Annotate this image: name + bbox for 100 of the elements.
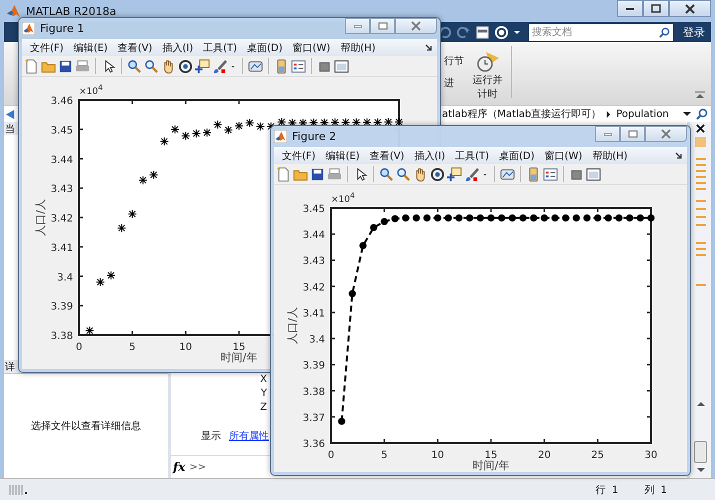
menu-item[interactable]: 桌面(D): [499, 148, 535, 162]
function-button[interactable]: fx: [171, 460, 186, 474]
dock-arrow-icon[interactable]: [675, 152, 683, 160]
maximize-button[interactable]: [620, 126, 645, 142]
dot-marker: [647, 214, 655, 222]
menu-item[interactable]: 文件(F): [30, 40, 64, 54]
caret-icon[interactable]: [513, 28, 521, 36]
asterisk-marker: [362, 118, 372, 127]
save-icon[interactable]: [310, 166, 325, 182]
legend-icon[interactable]: [291, 58, 306, 74]
data-cursor-icon[interactable]: [195, 58, 210, 74]
menu-item[interactable]: 桌面(D): [247, 40, 283, 54]
window-icon[interactable]: [334, 58, 349, 74]
run-section-button[interactable]: 行节: [444, 54, 464, 68]
asterisk-marker: [85, 326, 94, 336]
scroll-up-icon[interactable]: [696, 401, 706, 407]
y-tick-label: 3.45: [50, 125, 73, 136]
run-and-time-button[interactable]: 运行并计时: [472, 50, 503, 101]
matlab-logo-icon: [22, 22, 35, 35]
all-properties-link[interactable]: 所有属性: [229, 429, 269, 443]
menu-item[interactable]: 查看(V): [370, 148, 404, 162]
asterisk-marker: [160, 136, 169, 146]
minimize-icon: [354, 24, 362, 28]
brush-icon[interactable]: [464, 166, 479, 182]
matlab-logo-icon: [274, 130, 287, 143]
print-icon[interactable]: [75, 58, 90, 74]
zoom-out-icon[interactable]: [396, 166, 411, 182]
dropdown-icon[interactable]: [683, 110, 691, 118]
property-name: Z: [260, 401, 267, 415]
menu-item[interactable]: 工具(T): [455, 148, 490, 162]
asterisk-marker: [245, 118, 254, 128]
dot-marker: [423, 214, 431, 222]
chevron-icon: [606, 110, 612, 118]
y-tick-label: 3.37: [302, 412, 325, 424]
login-button[interactable]: 登录: [677, 24, 711, 40]
menu-item[interactable]: 编辑(E): [74, 40, 108, 54]
asterisk-marker: [256, 122, 265, 131]
collapse-icon[interactable]: [695, 91, 705, 99]
advance-button[interactable]: 进: [444, 76, 464, 90]
folder-name[interactable]: Population: [616, 108, 669, 120]
y-tick-label: 3.4: [57, 272, 73, 284]
menu-item[interactable]: 窗口(W): [292, 40, 330, 54]
x-axis-label: 时间/年: [472, 459, 510, 472]
clock-icon: [476, 50, 500, 74]
x-tick-label: 0: [76, 342, 82, 353]
zoom-in-icon[interactable]: [127, 58, 142, 74]
brush-icon[interactable]: [212, 58, 227, 74]
legend-icon[interactable]: [543, 166, 558, 182]
print-icon[interactable]: [327, 166, 342, 182]
x-tick-label: 5: [381, 450, 388, 461]
column-indicator: 列 1: [644, 484, 667, 496]
dot-marker: [551, 214, 559, 222]
minimize-button[interactable]: [617, 0, 643, 17]
dock-arrow-icon[interactable]: [425, 44, 433, 52]
y-tick-label: 3.44: [50, 154, 73, 166]
window-title: Figure 1: [40, 22, 84, 35]
back-arrow-icon[interactable]: [5, 108, 16, 120]
dot-marker: [636, 214, 644, 222]
menu-item[interactable]: 文件(F): [282, 148, 316, 162]
save-icon[interactable]: [58, 58, 73, 74]
dot-marker: [359, 242, 367, 250]
x-tick-label: 25: [591, 450, 604, 461]
dot-marker: [487, 214, 495, 222]
scroll-down-icon[interactable]: [696, 467, 706, 473]
close-button[interactable]: [669, 0, 711, 17]
menu-item[interactable]: 窗口(W): [544, 148, 582, 162]
new-file-icon[interactable]: [24, 58, 39, 74]
scroll-thumb[interactable]: [694, 441, 707, 463]
command-prompt: >>: [189, 462, 206, 472]
dot-marker: [498, 214, 506, 222]
search-icon: [659, 26, 670, 38]
menu-item[interactable]: 插入(I): [162, 40, 194, 54]
maximize-button[interactable]: [370, 18, 395, 34]
folder-path[interactable]: atlab程序（Matlab直接运行即可）: [442, 107, 602, 121]
dot-marker: [594, 214, 602, 222]
asterisk-marker: [106, 270, 116, 280]
close-icon[interactable]: [696, 124, 705, 133]
search-icon[interactable]: [696, 108, 708, 120]
menu-item[interactable]: 编辑(E): [326, 148, 360, 162]
dot-marker: [540, 214, 548, 222]
zoom-out-icon[interactable]: [144, 58, 159, 74]
data-cursor-icon[interactable]: [447, 166, 462, 182]
show-label: 显示: [201, 430, 221, 443]
maximize-button[interactable]: [643, 0, 669, 17]
zoom-in-icon[interactable]: [379, 166, 394, 182]
dot-marker: [466, 214, 474, 222]
new-file-icon[interactable]: [276, 166, 291, 182]
menu-item[interactable]: 插入(I): [414, 148, 446, 162]
window-title: Figure 2: [292, 130, 336, 143]
window-icon[interactable]: [586, 166, 601, 182]
menu-item[interactable]: 帮助(H): [340, 40, 376, 54]
layout-icon[interactable]: [475, 24, 490, 40]
dot-marker: [402, 214, 410, 222]
y-tick-label: 3.42: [302, 282, 325, 294]
menu-item[interactable]: 工具(T): [203, 40, 238, 54]
menu-item[interactable]: 查看(V): [118, 40, 152, 54]
axis-multiplier: ×10$^{4}$: [331, 191, 355, 205]
y-tick-label: 3.4: [309, 334, 325, 346]
menu-item[interactable]: 帮助(H): [592, 148, 628, 162]
y-tick-label: 3.43: [302, 256, 325, 268]
